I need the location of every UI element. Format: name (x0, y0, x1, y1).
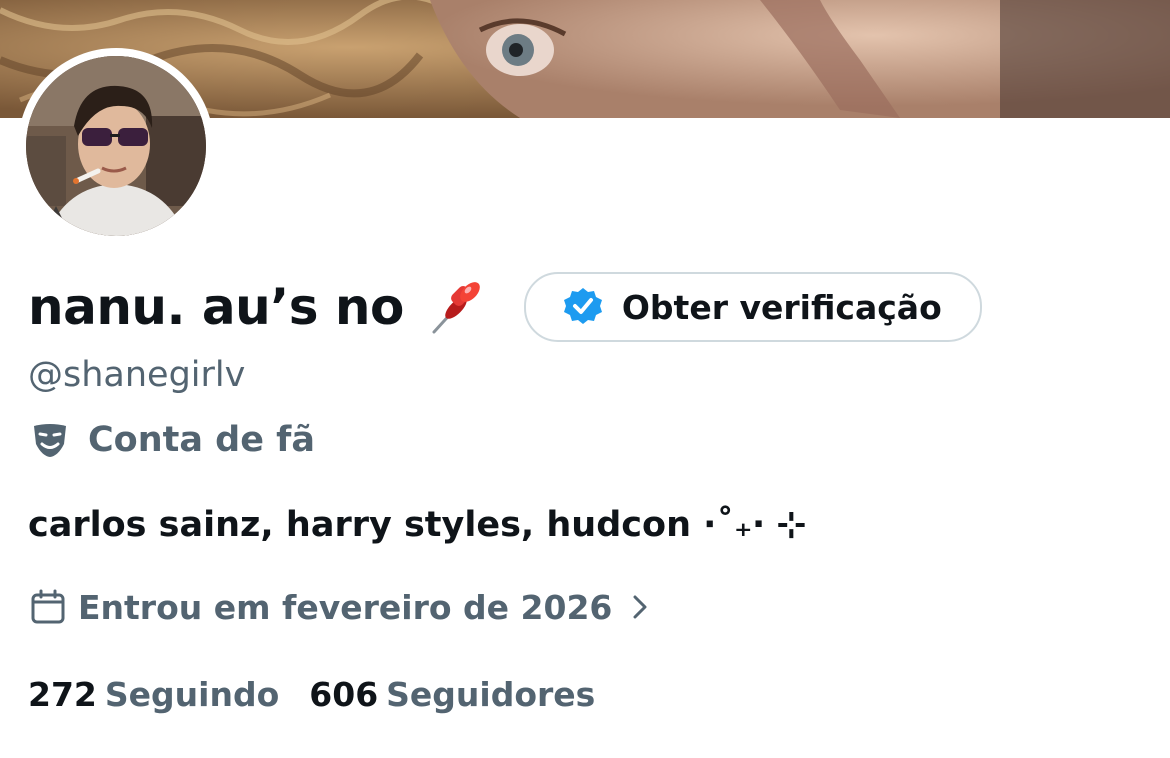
chevron-right-icon (626, 593, 654, 621)
avatar-border (18, 48, 214, 244)
following-link[interactable]: 272 Seguindo (28, 675, 279, 714)
theater-masks-icon (30, 420, 70, 460)
avatar-image (26, 56, 206, 236)
following-count: 272 (28, 674, 97, 714)
display-name: nanu. au’s no (28, 278, 404, 336)
followers-label: Seguidores (386, 674, 596, 714)
followers-link[interactable]: 606 Seguidores (309, 675, 595, 714)
joined-date[interactable]: Entrou em fevereiro de 2026 (30, 583, 654, 631)
verified-badge-icon (562, 286, 604, 328)
avatar[interactable] (26, 56, 206, 236)
pushpin-icon (424, 274, 490, 340)
profile-category: Conta de fã (30, 415, 315, 465)
calendar-icon (30, 589, 66, 625)
name-row: nanu. au’s no Obter verificação (28, 262, 982, 352)
followers-count: 606 (309, 674, 379, 714)
category-label: Conta de fã (88, 420, 316, 460)
get-verified-button[interactable]: Obter verificação (523, 272, 982, 342)
follow-stats: 272 Seguindo 606 Seguidores (28, 670, 625, 718)
profile-bio: carlos sainz, harry styles, hudcon ⋅˚₊‧ … (28, 505, 807, 545)
get-verified-label: Obter verificação (621, 287, 942, 327)
following-label: Seguindo (104, 674, 280, 714)
username-handle: @shanegirlv (28, 355, 246, 395)
joined-label: Entrou em fevereiro de 2026 (78, 587, 613, 627)
